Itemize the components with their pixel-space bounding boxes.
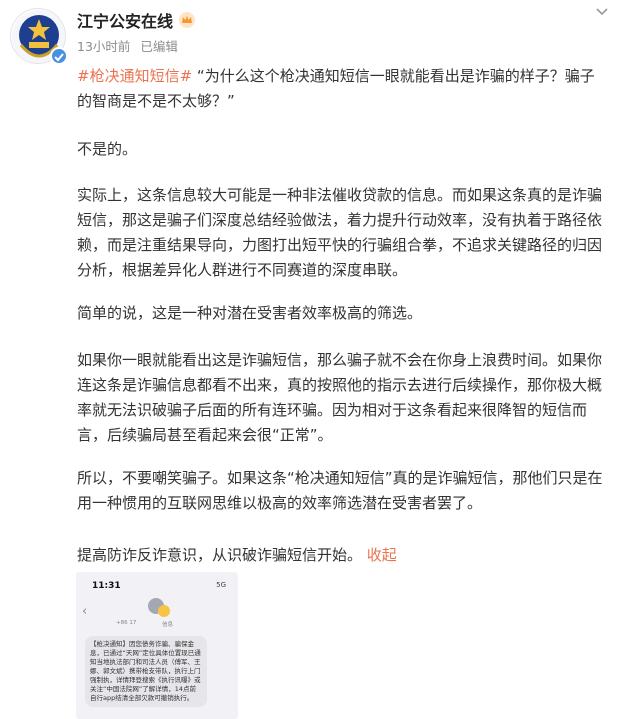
closing-text: 提高防诈反诈意识，从识破诈骗短信开始。 (77, 546, 363, 564)
screenshot-label: 信息 (162, 622, 174, 628)
post-paragraph-5: 如果你一眼就能看出这是诈骗短信，那么骗子就不会在你身上浪费时间。如果你连这条是诈… (77, 351, 603, 444)
topic-link[interactable]: #枪决通知短信# (77, 67, 192, 85)
emoji-sticker-icon (158, 605, 170, 617)
edited-label[interactable]: 已编辑 (140, 36, 178, 55)
post-paragraph-1: #枪决通知短信# “为什么这个枪决通知短信一眼就能看出是诈骗的样子？骗子的智商是… (77, 64, 605, 114)
crown-icon[interactable] (178, 11, 196, 29)
author-name[interactable]: 江宁公安在线 (77, 8, 173, 32)
verified-icon (50, 47, 68, 65)
screenshot-status: 5G (216, 581, 226, 589)
author-avatar[interactable] (10, 8, 68, 65)
sms-bubble: 【枪决通知】因您债务诈骗、骗保金息，已通过“天网”定位具体位置现已通知当地执法部… (85, 636, 207, 707)
screenshot-time: 11:31 (92, 581, 121, 591)
post-paragraph-2: 不是的。 (77, 140, 138, 158)
back-arrow-icon: ‹ (82, 604, 88, 619)
screenshot-number: +86 17 (116, 620, 137, 626)
collapse-button[interactable]: 收起 (367, 546, 397, 564)
post-paragraph-7: 提高防诈反诈意识，从识破诈骗短信开始。 收起 (77, 543, 605, 568)
post-paragraph-4: 简单的说，这是一种对潜在受害者效率极高的筛选。 (77, 304, 423, 322)
chevron-down-icon (596, 8, 608, 16)
post-paragraph-3: 实际上，这条信息较大可能是一种非法催收贷款的信息。而如果这条真的是诈骗短信，那这… (77, 186, 603, 279)
post-time[interactable]: 13小时前 (77, 36, 130, 55)
post-paragraph-6: 所以，不要嘲笑骗子。如果这条“枪决通知短信”真的是诈骗短信，那他们只是在用一种惯… (77, 469, 603, 512)
more-options-button[interactable] (591, 4, 613, 20)
attached-screenshot[interactable]: 11:31 5G ‹ +86 17 信息 【枪决通知】因您债务诈骗、骗保金息，已… (76, 572, 238, 719)
